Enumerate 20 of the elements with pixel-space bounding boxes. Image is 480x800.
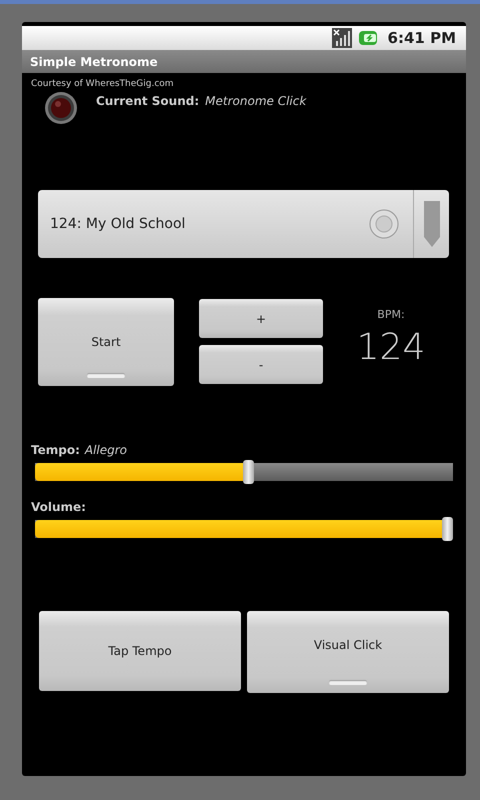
slider-label: Tempo: Allegro bbox=[31, 443, 128, 457]
indicator-lamp-icon bbox=[44, 91, 78, 125]
clock-time: 6:41 PM bbox=[388, 29, 456, 47]
signal-icon bbox=[332, 28, 352, 48]
slider-label: Volume: bbox=[31, 500, 87, 514]
step-button[interactable]: - bbox=[199, 345, 323, 384]
current-sound-text: Current Sound: Metronome Click bbox=[96, 94, 306, 108]
bpm-value: 124 bbox=[356, 327, 426, 368]
courtesy-text: Courtesy of WheresTheGig.com bbox=[31, 79, 174, 89]
toggle-button[interactable]: Visual Click bbox=[247, 611, 449, 693]
dropdown-arrow-icon bbox=[424, 201, 440, 247]
step-button[interactable]: + bbox=[199, 299, 323, 338]
tap-tempo-button[interactable]: Tap Tempo bbox=[39, 611, 241, 691]
slider-track[interactable] bbox=[35, 460, 453, 484]
preset-dropdown[interactable]: 124: My Old School bbox=[38, 190, 449, 258]
window-title: Simple Metronome bbox=[30, 54, 158, 68]
start-button[interactable]: Start bbox=[38, 298, 174, 386]
radio-icon bbox=[369, 209, 399, 239]
battery-icon bbox=[358, 30, 378, 46]
bpm-label: BPM: bbox=[377, 308, 405, 321]
